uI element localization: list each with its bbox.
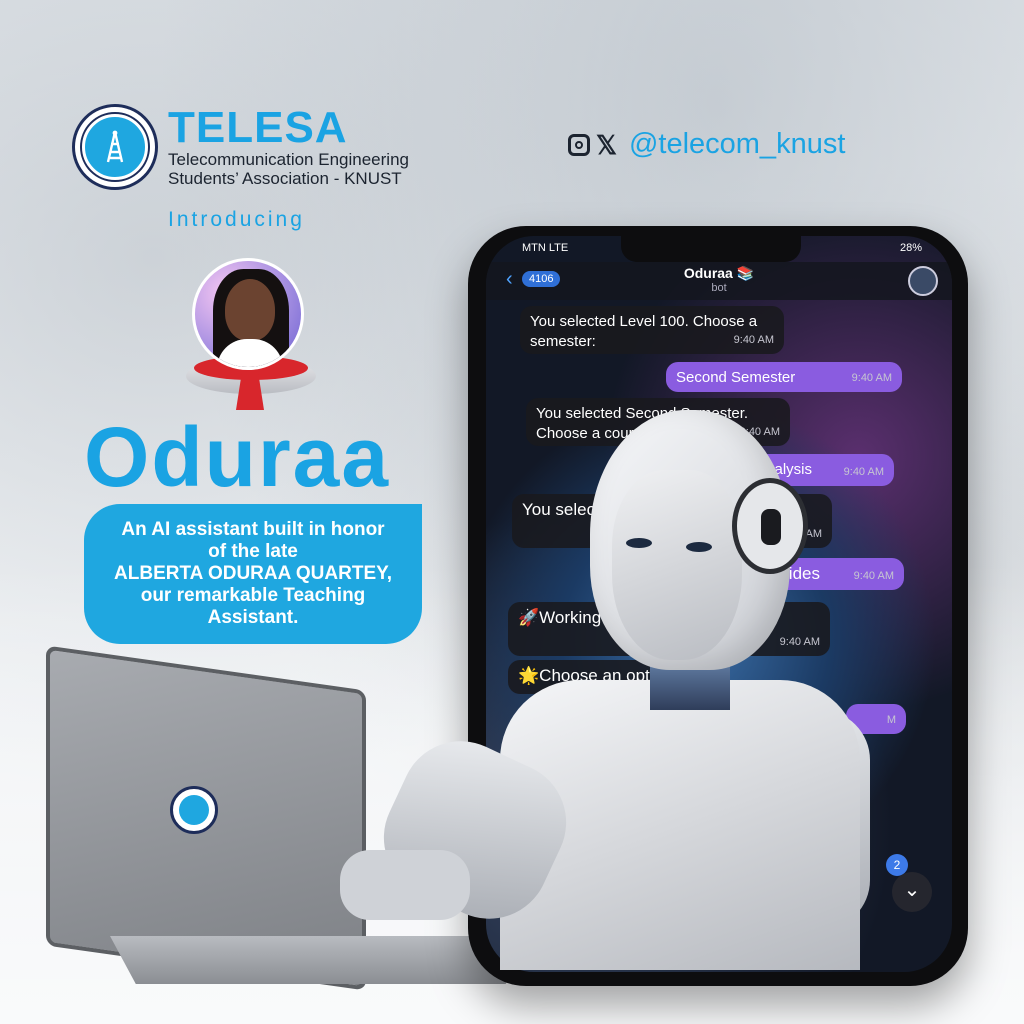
tribute-banner: An AI assistant built in honor of the la… xyxy=(84,504,422,644)
telesa-header: TELESA Telecommunication Engineering Stu… xyxy=(72,104,409,190)
message-in: 3,0 20.8 xyxy=(508,816,608,876)
banner-line-5: Assistant. xyxy=(207,607,299,628)
social-handle-text[interactable]: @telecom_knust xyxy=(629,128,845,161)
smartphone: MTN LTE 28% ‹ 4106 Oduraa 📚 bot You sele… xyxy=(468,226,968,986)
avatar xyxy=(192,258,304,370)
message-in: You selected Level 100. Choose a semeste… xyxy=(520,306,784,354)
message-in: 🌟Choose an opt xyxy=(508,660,718,694)
banner-line-4: our remarkable Teaching xyxy=(140,585,366,606)
message-out: alysis 9:40 AM xyxy=(646,454,894,486)
message-in: You selec ysis. Choose 40 AM xyxy=(512,494,832,548)
message-in: 🚀Working oment... 9:40 AM xyxy=(508,602,830,656)
chat-header: ‹ 4106 Oduraa 📚 bot xyxy=(486,262,952,300)
oduraa-portrait xyxy=(186,258,316,418)
brand-line-2: Students’ Association - KNUST xyxy=(168,169,402,188)
carrier-label: MTN LTE xyxy=(522,242,569,254)
phone-screen: MTN LTE 28% ‹ 4106 Oduraa 📚 bot You sele… xyxy=(486,236,952,972)
brand-acronym: TELESA xyxy=(168,103,348,152)
banner-line-3: ALBERTA ODURAA QUARTEY, xyxy=(114,563,392,584)
tower-icon xyxy=(82,114,148,180)
social-handle[interactable]: 𝕏 @telecom_knust xyxy=(568,128,845,161)
introducing-label: Introducing xyxy=(168,208,305,231)
bot-avatar[interactable] xyxy=(908,266,938,296)
brand-line-1: Telecommunication Engineering xyxy=(168,150,409,169)
status-bar: MTN LTE 28% xyxy=(522,242,922,262)
message-out: slides 9:40 AM xyxy=(686,558,904,590)
battery-label: 28% xyxy=(899,242,922,254)
scroll-down-icon[interactable]: ⌄ xyxy=(892,872,932,912)
books-icon: 📚 xyxy=(736,265,755,281)
message-in: You selected Second Semester. Choose a c… xyxy=(526,398,790,446)
message-out: Second Semester 9:40 AM xyxy=(666,362,902,392)
laptop-telesa-logo xyxy=(170,786,218,834)
assistant-name: Oduraa xyxy=(84,410,391,504)
instagram-icon[interactable] xyxy=(568,133,590,156)
avatar-face xyxy=(225,279,275,341)
telesa-seal-logo xyxy=(72,104,158,190)
chat-subtitle: bot xyxy=(711,282,727,294)
banner-line-1: An AI assistant built in honor xyxy=(121,519,385,540)
x-icon[interactable]: 𝕏 xyxy=(596,132,617,158)
chat-title: Oduraa 📚 xyxy=(683,265,755,281)
message-out: M xyxy=(846,704,906,734)
banner-line-2: of the late xyxy=(208,541,298,562)
